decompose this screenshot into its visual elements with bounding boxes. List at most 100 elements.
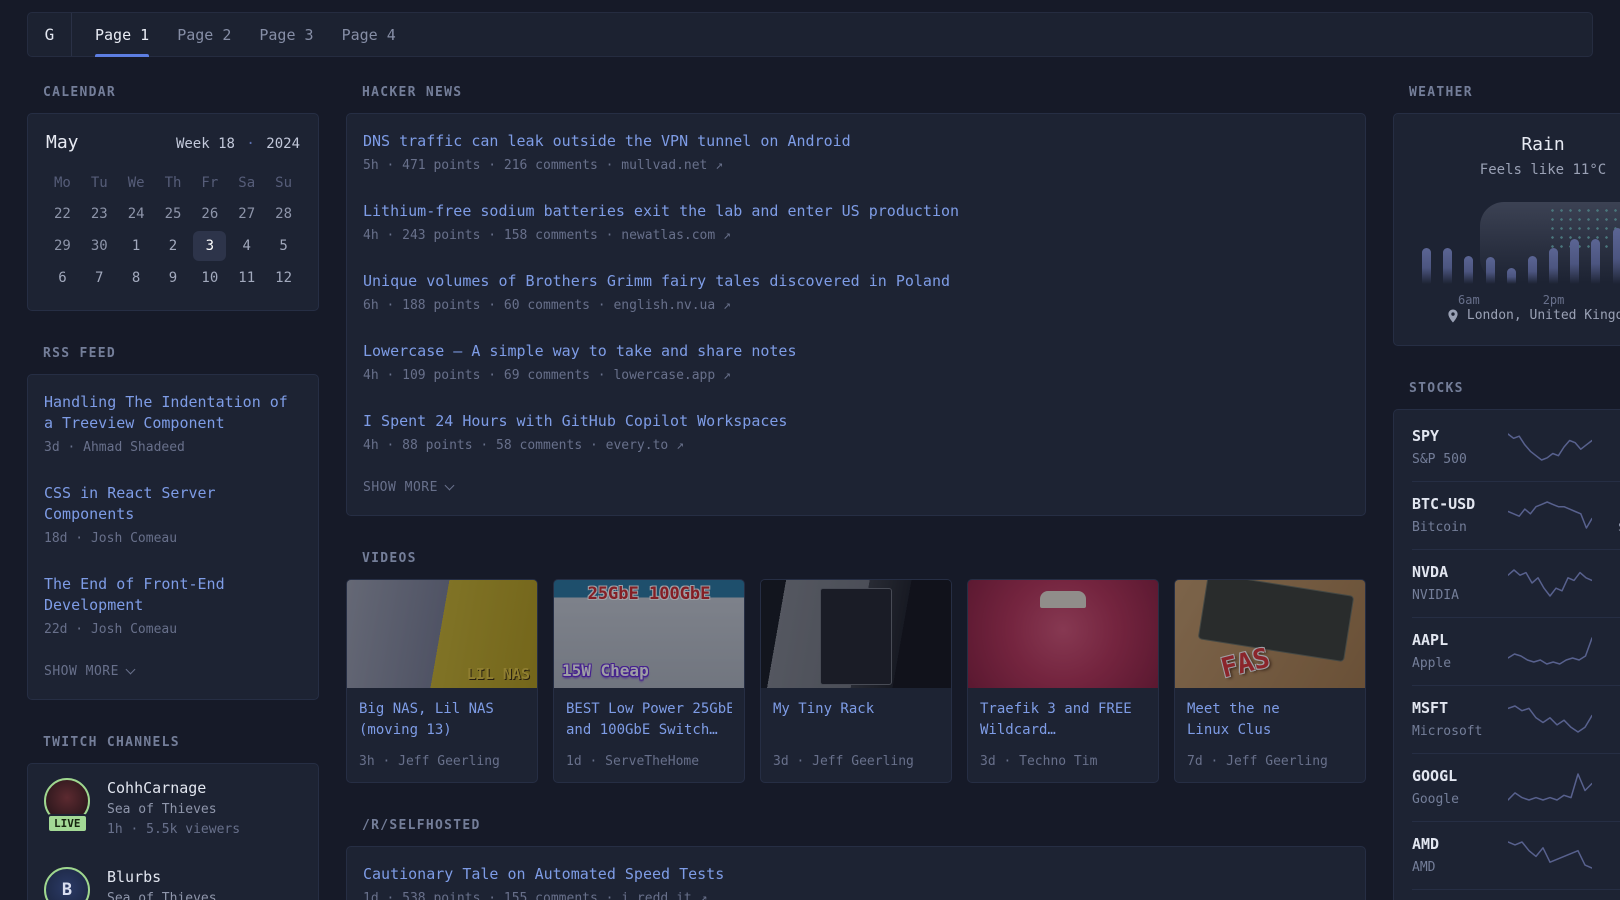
stock-sparkline — [1508, 497, 1592, 533]
calendar-header: May Week 18 · 2024 — [44, 130, 302, 153]
rss-item-title[interactable]: CSS in React Server Components — [44, 483, 302, 525]
rss-item-title[interactable]: The End of Front-End Development — [44, 574, 302, 616]
reddit-item-title[interactable]: Cautionary Tale on Automated Speed Tests — [363, 864, 1349, 885]
stock-row[interactable]: NVDA NVIDIA +3.52% $888.40 — [1412, 549, 1620, 617]
twitch-card: LIVE CohhCarnage Sea of Thieves 1h · 5.5… — [27, 763, 319, 900]
top-navbar: G Page 1 Page 2 Page 3 Page 4 — [27, 12, 1593, 57]
hn-item-meta: 4h · 243 points · 158 comments · newatla… — [363, 228, 1349, 243]
reddit-card: Cautionary Tale on Automated Speed Tests… — [346, 846, 1366, 900]
tab-page-3[interactable]: Page 3 — [245, 13, 327, 56]
weather-bar — [1443, 222, 1452, 284]
video-title[interactable]: My Tiny Rack — [773, 699, 939, 720]
stock-row[interactable]: BTC-USD Bitcoin +4.40% $61,725.48 — [1412, 481, 1620, 549]
stock-name: NVIDIA — [1412, 588, 1508, 603]
video-card-body: BEST Low Power 25GbE and 100GbE Switch… … — [554, 688, 744, 782]
video-title[interactable] — [773, 720, 939, 741]
stock-row[interactable]: MSFT Microsoft +2.16% $406.43 — [1412, 685, 1620, 753]
stock-values: +0.10% $166.78 — [1592, 767, 1620, 807]
video-title[interactable]: Meet the ne — [1187, 699, 1353, 720]
video-thumbnail[interactable]: LIL NAS — [347, 580, 537, 688]
hn-show-more-button[interactable]: SHOW MORE — [363, 480, 1349, 495]
stock-name: Microsoft — [1412, 724, 1508, 739]
weekday-label: Tu — [81, 168, 118, 198]
twitch-avatar[interactable]: LIVE — [44, 778, 92, 826]
stock-symbol: AMD — [1412, 835, 1508, 853]
stock-id: MSFT Microsoft — [1412, 699, 1508, 739]
rss-item: CSS in React Server Components 18d · Jos… — [44, 483, 302, 546]
video-thumbnail[interactable]: 25GbE 100GbE 15W Cheap — [554, 580, 744, 688]
hn-item-title[interactable]: Lithium-free sodium batteries exit the l… — [363, 201, 1349, 222]
stock-change-percent: +2.16% — [1592, 699, 1620, 717]
stock-symbol: BTC-USD — [1412, 495, 1508, 513]
calendar-day: 27 — [230, 199, 263, 229]
weather-bar — [1507, 222, 1516, 284]
twitch-channel-row: LIVE CohhCarnage Sea of Thieves 1h · 5.5… — [44, 778, 302, 837]
twitch-channel-name[interactable]: Blurbs — [107, 868, 232, 886]
thumbnail-shade — [554, 580, 744, 688]
weather-bar — [1486, 222, 1495, 284]
twitch-channel-info: CohhCarnage Sea of Thieves 1h · 5.5k vie… — [107, 778, 240, 837]
calendar-month: May — [46, 132, 79, 153]
video-title[interactable]: BEST Low Power 25GbE — [566, 699, 732, 720]
weather-hourly-chart: 6am2pm10pm12° — [1422, 222, 1620, 284]
stock-row[interactable]: GOOGL Google +0.10% $166.78 — [1412, 753, 1620, 821]
twitch-channel-name[interactable]: CohhCarnage — [107, 779, 240, 797]
calendar-card: May Week 18 · 2024 Mo Tu We Th Fr Sa — [27, 113, 319, 311]
stock-sparkline — [1508, 769, 1592, 805]
stock-id: BTC-USD Bitcoin — [1412, 495, 1508, 535]
tab-page-4[interactable]: Page 4 — [328, 13, 410, 56]
stock-row[interactable]: SPY S&P 500 +1.29% $511.57 — [1412, 414, 1620, 481]
left-column: CALENDAR May Week 18 · 2024 Mo Tu We — [27, 85, 319, 900]
weather-bar — [1528, 222, 1537, 284]
video-title[interactable]: Wildcard… — [980, 720, 1146, 741]
hn-item-title[interactable]: Lowercase – A simple way to take and sha… — [363, 341, 1349, 362]
hn-item-title[interactable]: I Spent 24 Hours with GitHub Copilot Wor… — [363, 411, 1349, 432]
calendar-day: 28 — [267, 199, 300, 229]
rss-item-title[interactable]: Handling The Indentation of a Treeview C… — [44, 392, 302, 434]
twitch-channel-game: Sea of Thieves — [107, 802, 240, 817]
dashboard-columns: CALENDAR May Week 18 · 2024 Mo Tu We — [27, 85, 1593, 900]
twitch-avatar[interactable]: B LIVE — [44, 867, 92, 900]
tab-page-1[interactable]: Page 1 — [81, 13, 163, 56]
video-thumbnail[interactable] — [761, 580, 951, 688]
calendar-day: 29 — [46, 231, 79, 261]
calendar-day: 10 — [193, 263, 226, 293]
calendar-day: 7 — [83, 263, 116, 293]
stock-row[interactable]: AMD AMD +2.94% $150.45 — [1412, 821, 1620, 889]
stock-price: $61,725.48 — [1592, 520, 1620, 535]
hn-item-title[interactable]: Unique volumes of Brothers Grimm fairy t… — [363, 271, 1349, 292]
weekday-label: Fr — [191, 168, 228, 198]
weather-bar: 2pm — [1549, 222, 1558, 284]
video-title[interactable]: Linux Clus — [1187, 720, 1353, 741]
reddit-widget: /R/SELFHOSTED Cautionary Tale on Automat… — [346, 818, 1366, 900]
video-title[interactable]: (moving 13) — [359, 720, 525, 741]
stock-sparkline — [1508, 429, 1592, 465]
video-title[interactable]: Big NAS, Lil NAS — [359, 699, 525, 720]
stock-name: Google — [1412, 792, 1508, 807]
video-title[interactable]: Traefik 3 and FREE — [980, 699, 1146, 720]
video-card-body: Traefik 3 and FREE Wildcard… 3d · Techno… — [968, 688, 1158, 782]
stock-row[interactable]: RDDT -1.65% — [1412, 889, 1620, 900]
stock-symbol: AAPL — [1412, 631, 1508, 649]
hn-item: Lowercase – A simple way to take and sha… — [363, 341, 1349, 383]
video-thumbnail[interactable] — [968, 580, 1158, 688]
video-thumbnail[interactable]: FAS — [1175, 580, 1365, 688]
weekday-label: Sa — [228, 168, 265, 198]
stock-sparkline — [1508, 837, 1592, 873]
hn-item-title[interactable]: DNS traffic can leak outside the VPN tun… — [363, 131, 1349, 152]
tab-page-2[interactable]: Page 2 — [163, 13, 245, 56]
video-card: Traefik 3 and FREE Wildcard… 3d · Techno… — [967, 579, 1159, 783]
app-logo[interactable]: G — [28, 13, 72, 56]
video-card: FAS Meet the ne Linux Clus 7d · Jeff Gee… — [1174, 579, 1366, 783]
video-meta: 3d · Jeff Geerling — [773, 741, 939, 769]
calendar-day: 25 — [157, 199, 190, 229]
stocks-widget-label: STOCKS — [1409, 381, 1620, 396]
hn-item-meta: 4h · 109 points · 69 comments · lowercas… — [363, 368, 1349, 383]
hn-item-meta: 4h · 88 points · 58 comments · every.to … — [363, 438, 1349, 453]
rss-show-more-button[interactable]: SHOW MORE — [44, 664, 302, 679]
stock-price: $184.91 — [1592, 656, 1620, 671]
chevron-down-icon — [126, 665, 136, 675]
video-title[interactable]: and 100GbE Switch… — [566, 720, 732, 741]
stock-row[interactable]: AAPL Apple +6.87% $184.91 — [1412, 617, 1620, 685]
video-meta: 3d · Techno Tim — [980, 741, 1146, 769]
